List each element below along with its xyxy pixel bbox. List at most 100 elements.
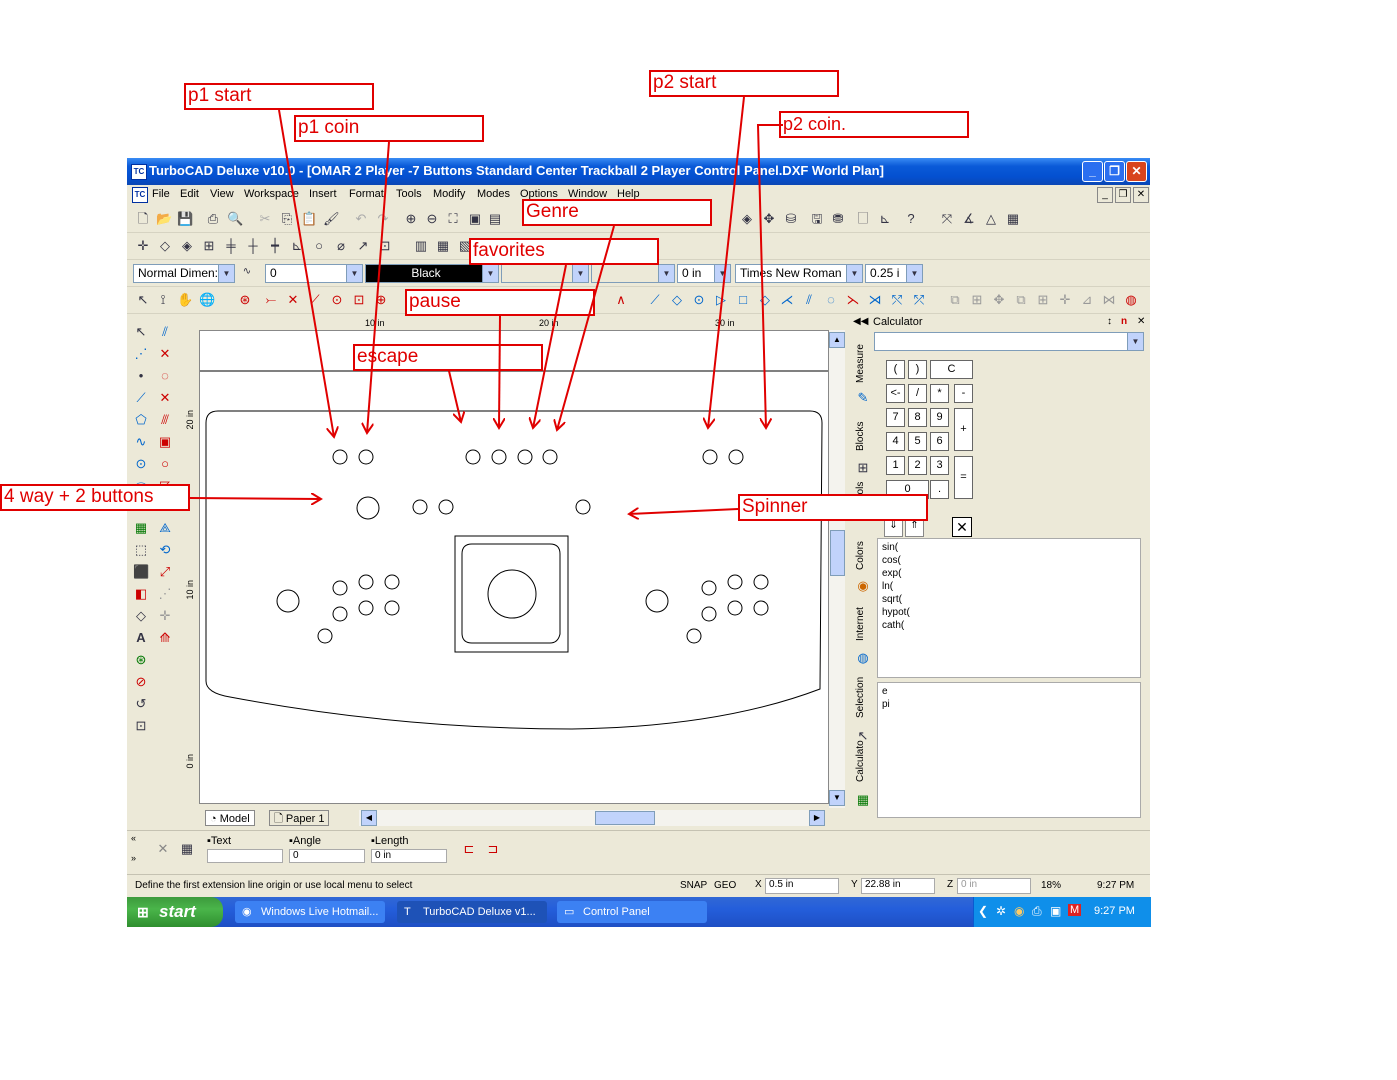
dim-option-a-icon[interactable]: ⊏	[461, 841, 477, 857]
chevron-down-icon[interactable]: ▼	[714, 265, 730, 282]
scroll-right-icon[interactable]: ▶	[809, 810, 825, 826]
array-icon[interactable]: ⧉	[947, 292, 963, 308]
key-9[interactable]: 9	[930, 408, 949, 427]
menu-modify[interactable]: Modify	[433, 188, 465, 200]
rotate-tool-icon[interactable]: ⟲	[157, 542, 173, 558]
key-backspace[interactable]: <-	[886, 384, 905, 403]
key-8[interactable]: 8	[908, 408, 927, 427]
palette-b-icon[interactable]: ▦	[435, 238, 451, 254]
tab-selection[interactable]: Selection	[855, 666, 871, 728]
x-coordinate-field[interactable]: 0.5 in	[765, 878, 839, 894]
panel-close-icon[interactable]: ✕	[1137, 316, 1145, 327]
key-1[interactable]: 1	[886, 456, 905, 475]
minimize-button[interactable]: _	[1082, 161, 1103, 182]
page-icon[interactable]: 🗌	[855, 211, 871, 227]
curve-tool-icon[interactable]: ∿	[133, 434, 149, 450]
dimension-style-select[interactable]: Normal Dimen: ▼	[133, 264, 235, 283]
menu-workspace[interactable]: Workspace	[244, 188, 299, 200]
layers-icon[interactable]: ◈	[739, 211, 755, 227]
menu-tools[interactable]: Tools	[396, 188, 422, 200]
dim-diameter-icon[interactable]: ⌀	[333, 238, 349, 254]
y-coordinate-field[interactable]: 22.88 in	[861, 878, 935, 894]
extend-icon[interactable]: ⋊	[867, 292, 883, 308]
drawing-canvas[interactable]	[199, 330, 829, 804]
tray-mcafee-icon[interactable]: M	[1068, 904, 1082, 916]
cut-icon[interactable]: ✂	[257, 211, 273, 227]
copy-array-icon[interactable]: ⧉	[1013, 292, 1029, 308]
edit-tool-icon[interactable]: ⟟	[155, 292, 171, 308]
text-tool-icon[interactable]: A	[133, 630, 149, 646]
snap-center-icon[interactable]: ✛	[135, 238, 151, 254]
task-hotmail[interactable]: ◉ Windows Live Hotmail...	[235, 901, 385, 923]
insert-up-icon[interactable]: ⇑	[905, 519, 924, 537]
zoom-out-icon[interactable]: ⊖	[424, 211, 440, 227]
length-field[interactable]: 0 in	[371, 849, 447, 863]
dim-linear-icon[interactable]: ╪	[223, 238, 239, 254]
menu-format[interactable]: Format	[349, 188, 384, 200]
restore-button[interactable]: ❐	[1104, 161, 1125, 182]
open-folder-icon[interactable]: 📂	[156, 211, 172, 227]
rectangle-icon[interactable]: □	[735, 292, 751, 308]
menu-file[interactable]: File	[152, 188, 170, 200]
arc-tool-icon[interactable]: ◌	[157, 368, 173, 384]
coordinate-icon[interactable]: ⊾	[877, 211, 893, 227]
tab-measure[interactable]: Measure	[855, 338, 871, 390]
select-tool-icon[interactable]: ↖	[133, 324, 149, 340]
dim-radius-icon[interactable]: ○	[311, 238, 327, 254]
doc-icon[interactable]: TC	[132, 187, 148, 203]
snap-free-icon[interactable]: ⤚	[263, 292, 279, 308]
dim-orthogonal-icon[interactable]: ⊾	[289, 238, 305, 254]
viewport-icon[interactable]: ⊡	[133, 718, 149, 734]
key-6[interactable]: 6	[930, 432, 949, 451]
chevron-down-icon[interactable]: ▼	[218, 265, 234, 282]
key-divide[interactable]: /	[908, 384, 927, 403]
snap-toggle[interactable]: SNAP	[680, 880, 707, 891]
polygon-tool-icon[interactable]: ⬠	[133, 412, 149, 428]
tab-blocks[interactable]: Blocks	[855, 412, 871, 460]
help-pointer-icon[interactable]: ?	[903, 211, 919, 227]
new-file-icon[interactable]: 🗋	[135, 211, 151, 227]
print-icon[interactable]: ⎙	[205, 211, 221, 227]
dim-leader-icon[interactable]: ↗	[355, 238, 371, 254]
chevron-down-icon[interactable]: ▼	[346, 265, 362, 282]
mdi-close-button[interactable]: ✕	[1133, 187, 1149, 203]
format-painter-icon[interactable]: 🖌	[323, 211, 340, 227]
tray-network-icon[interactable]: ✲	[996, 904, 1006, 918]
box-tool-icon[interactable]: ▣	[157, 434, 173, 450]
dim-continuous-icon[interactable]: ┿	[267, 238, 283, 254]
line-scale-select[interactable]: ▼	[591, 264, 675, 283]
line-width-select[interactable]: 0 in ▼	[677, 264, 731, 283]
zoom-all-icon[interactable]: ▤	[487, 211, 503, 227]
paste-icon[interactable]: 📋	[301, 211, 317, 227]
text-height-select[interactable]: 0.25 i ▼	[865, 264, 923, 283]
help-icon[interactable]: n	[1121, 316, 1127, 327]
key-multiply[interactable]: *	[930, 384, 949, 403]
snap-middle-point-icon[interactable]: ⊙	[329, 292, 345, 308]
select-arrow-icon[interactable]: ↖	[135, 292, 151, 308]
undo-icon[interactable]: ↶	[353, 211, 369, 227]
offset-icon[interactable]: ⫽	[801, 292, 817, 308]
fillet-icon[interactable]: ⤲	[889, 292, 905, 308]
calculator-expression-field[interactable]: ▼	[874, 332, 1144, 351]
cross-hair-icon[interactable]: ✛	[157, 608, 173, 624]
key-minus[interactable]: -	[954, 384, 973, 403]
chevron-down-icon[interactable]: ▼	[906, 265, 922, 282]
constant-e[interactable]: e	[882, 685, 1136, 698]
z-coordinate-field[interactable]: 0 in	[957, 878, 1031, 894]
table-icon[interactable]: ▦	[179, 841, 195, 857]
hatch-icon[interactable]: ⫻	[157, 412, 173, 428]
scroll-left-icon[interactable]: ◀	[361, 810, 377, 826]
constant-pi[interactable]: pi	[882, 698, 1136, 711]
section-icon[interactable]: ⊘	[133, 674, 149, 690]
function-cath[interactable]: cath(	[882, 619, 1136, 632]
key-5[interactable]: 5	[908, 432, 927, 451]
cross-tool-icon[interactable]: ✕	[157, 346, 173, 362]
dim-baseline-icon[interactable]: ┼	[245, 238, 261, 254]
trim-icon[interactable]: ⋋	[845, 292, 861, 308]
snap-nearest-icon[interactable]: ✕	[285, 292, 301, 308]
chamfer-icon[interactable]: ⤱	[911, 292, 927, 308]
snap-quadrant-icon[interactable]: ⊡	[351, 292, 367, 308]
key-3[interactable]: 3	[930, 456, 949, 475]
diamond-icon[interactable]: ◇	[757, 292, 773, 308]
zoom-in-icon[interactable]: ⊕	[403, 211, 419, 227]
